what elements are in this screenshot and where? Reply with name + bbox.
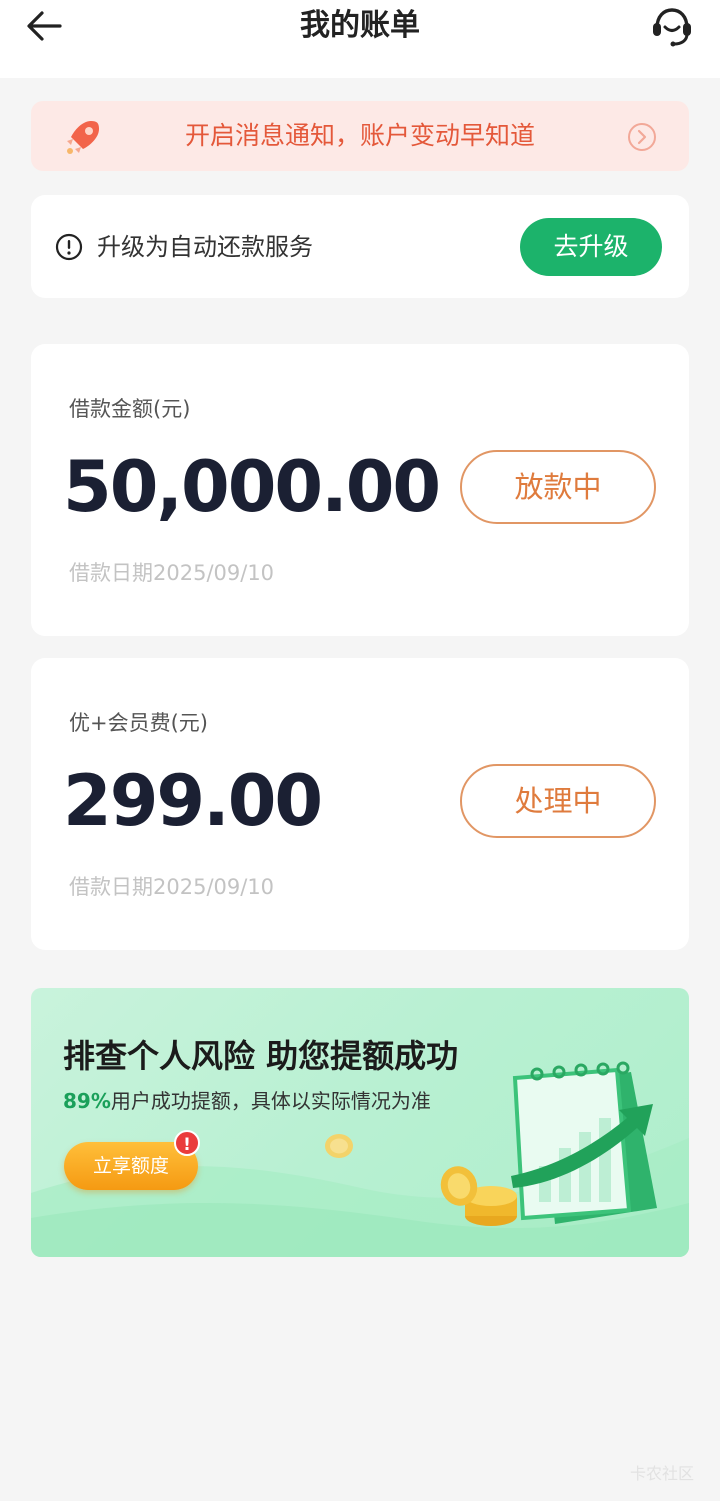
- loan-date: 借款日期2025/09/10: [69, 561, 275, 585]
- loan-bill-card: 借款金额(元) 50,000.00 放款中 借款日期2025/09/10: [31, 344, 689, 636]
- fee-amount-label: 优+会员费(元): [69, 711, 208, 735]
- promo-subtitle: 89%用户成功提额，具体以实际情况为准: [63, 1086, 431, 1116]
- loan-status-button[interactable]: 放款中: [460, 450, 656, 524]
- top-bar: 我的账单: [0, 0, 720, 78]
- fee-date: 借款日期2025/09/10: [69, 875, 275, 899]
- promo-percent: 89%: [63, 1089, 111, 1113]
- auto-repay-upgrade-card: 升级为自动还款服务 去升级: [31, 195, 689, 298]
- page-title: 我的账单: [300, 8, 420, 43]
- notification-text: 开启消息通知，账户变动早知道: [184, 121, 535, 150]
- alert-circle-icon: [55, 233, 83, 261]
- notification-banner[interactable]: 开启消息通知，账户变动早知道: [31, 101, 689, 171]
- coin-icon: [325, 1134, 353, 1158]
- upgrade-description: 升级为自动还款服务: [97, 233, 313, 261]
- notification-badge: !: [174, 1130, 200, 1156]
- calendar-growth-chart-icon: [440, 1061, 657, 1226]
- credit-boost-promo-banner[interactable]: 排查个人风险 助您提额成功 89%用户成功提额，具体以实际情况为准 立享额度 !: [31, 988, 689, 1257]
- upgrade-button[interactable]: 去升级: [520, 218, 662, 276]
- membership-fee-card: 优+会员费(元) 299.00 处理中 借款日期2025/09/10: [31, 658, 689, 950]
- watermark: 卡农社区: [630, 1464, 695, 1483]
- customer-service-icon: [653, 8, 691, 47]
- promo-title: 排查个人风险 助您提额成功: [63, 1037, 459, 1075]
- loan-amount-label: 借款金额(元): [69, 397, 191, 421]
- chevron-right-circle-icon: [628, 123, 656, 151]
- fee-amount-value: 299.00: [63, 760, 323, 842]
- loan-amount-value: 50,000.00: [63, 446, 441, 528]
- customer-service-button[interactable]: [648, 4, 696, 50]
- fee-status-button[interactable]: 处理中: [460, 764, 656, 838]
- promo-subtitle-text: 用户成功提额，具体以实际情况为准: [110, 1089, 431, 1113]
